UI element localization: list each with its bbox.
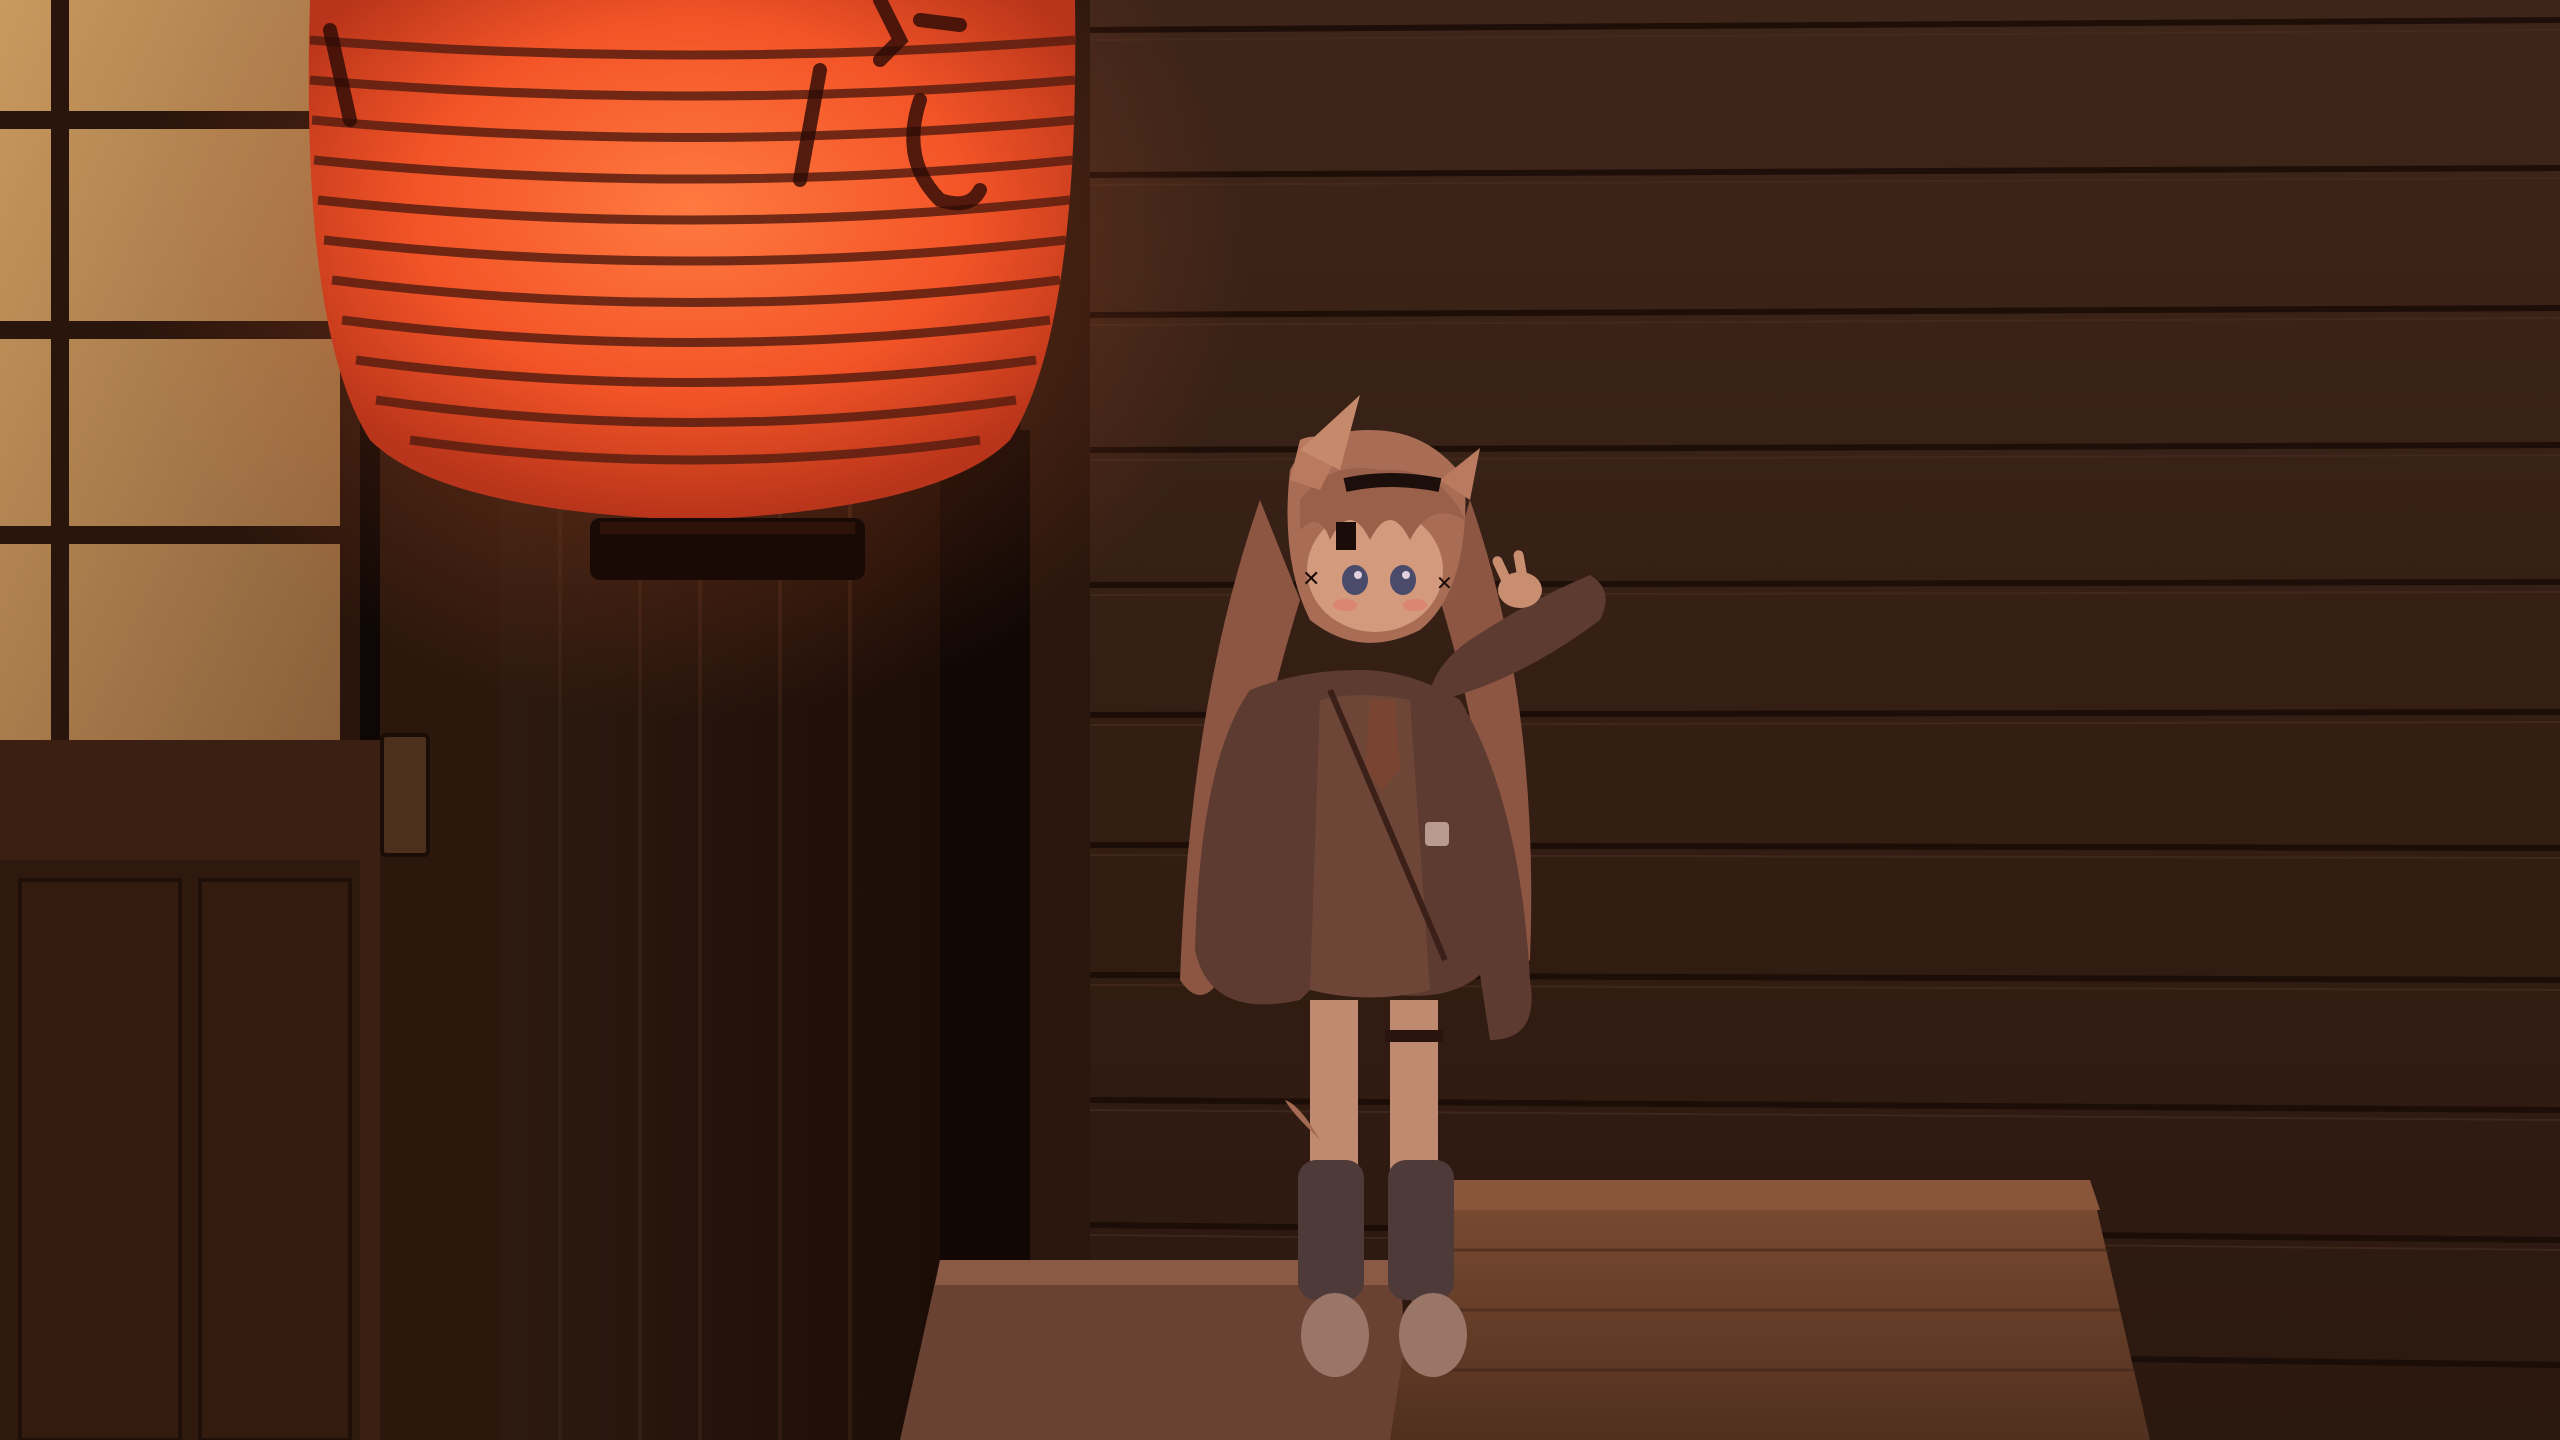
avatar-legwarmer-right bbox=[1388, 1160, 1454, 1300]
avatar-hairclip-x-right: ✕ bbox=[1436, 571, 1453, 595]
avatar-headband bbox=[1343, 473, 1442, 492]
avatar-hairclip bbox=[1336, 522, 1356, 550]
vr-scene: ✕ ✕ bbox=[0, 0, 2560, 1440]
avatar-shoe-right bbox=[1399, 1293, 1467, 1377]
avatar-badge bbox=[1425, 822, 1449, 846]
avatar-leg-left bbox=[1310, 1000, 1358, 1180]
avatar-leg-right bbox=[1390, 1000, 1438, 1180]
avatar-hairclip-x-left: ✕ bbox=[1302, 567, 1320, 592]
door-handle bbox=[380, 733, 430, 857]
avatar-eye-right bbox=[1390, 565, 1416, 595]
avatar-shoe-left bbox=[1301, 1293, 1369, 1377]
avatar-eye-left bbox=[1342, 565, 1368, 595]
wooden-crate bbox=[1390, 1180, 2150, 1440]
avatar-legwarmer-left bbox=[1298, 1160, 1364, 1300]
